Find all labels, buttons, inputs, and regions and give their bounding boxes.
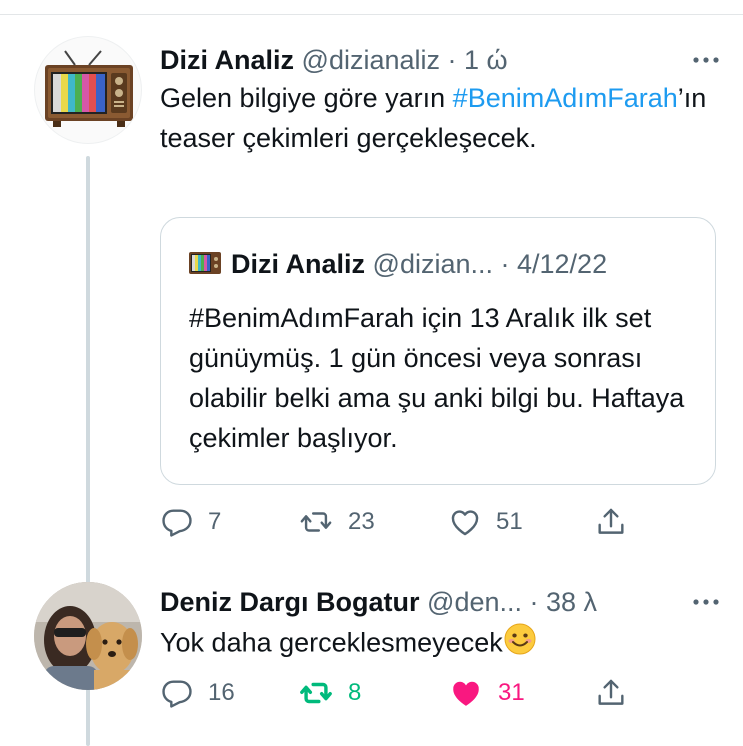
display-name[interactable]: Dizi Analiz: [160, 45, 294, 75]
tweet-text-part: Yok daha gerceklesmeyecek: [160, 627, 503, 658]
quoted-handle[interactable]: @dizian...: [373, 249, 493, 279]
reply-count: 7: [208, 508, 222, 535]
top-divider: [0, 14, 743, 15]
like-button[interactable]: 31: [448, 673, 525, 713]
quoted-tweet-header: Dizi Analiz @dizian... · 4/12/22: [189, 244, 695, 284]
like-count: 51: [496, 508, 523, 535]
tweet-header: Deniz Dargı Bogatur @den... · 38 λ: [160, 584, 723, 620]
retweet-count: 23: [348, 508, 375, 535]
smiling-face-emoji: [503, 622, 537, 667]
tweet-text: Gelen bilgiye göre yarın #BenimAdımFarah…: [160, 78, 720, 158]
tv-icon: [189, 246, 221, 286]
share-button[interactable]: [594, 673, 628, 713]
retweet-icon: [300, 512, 332, 532]
handle[interactable]: @den...: [427, 587, 522, 617]
quoted-tweet[interactable]: Dizi Analiz @dizian... · 4/12/22 #BenimA…: [160, 217, 716, 485]
timestamp[interactable]: 38 λ: [546, 587, 597, 617]
avatar[interactable]: [34, 582, 142, 690]
reply-icon: [162, 680, 192, 708]
reply-button[interactable]: 16: [160, 673, 235, 713]
tweet-text: Yok daha gerceklesmeyecek: [160, 622, 720, 667]
quoted-date[interactable]: 4/12/22: [517, 249, 607, 279]
share-icon: [598, 508, 624, 534]
tweet-actions: 16 8 31: [160, 673, 723, 713]
tweet[interactable]: Deniz Dargı Bogatur @den... · 38 λ Yok d…: [0, 578, 743, 746]
retweet-icon: [300, 682, 332, 704]
quoted-tweet-text: #BenimAdımFarah için 13 Aralık ilk set g…: [189, 303, 685, 453]
like-button[interactable]: 51: [448, 502, 523, 542]
retweet-button[interactable]: 23: [298, 502, 375, 542]
separator-dot: ·: [493, 249, 517, 279]
share-button[interactable]: [594, 502, 628, 542]
share-icon: [598, 679, 624, 705]
like-count: 31: [498, 679, 525, 706]
retweet-button[interactable]: 8: [298, 673, 361, 713]
tweet[interactable]: Dizi Analiz @dizianaliz · 1 ώ Gelen bilg…: [0, 36, 743, 556]
reply-count: 16: [208, 679, 235, 706]
like-icon: [453, 681, 479, 706]
tv-icon: [45, 50, 133, 127]
separator-dot: ·: [522, 587, 547, 617]
avatar[interactable]: [34, 36, 142, 144]
reply-icon: [162, 509, 192, 537]
separator-dot: ·: [440, 45, 464, 75]
more-icon[interactable]: [689, 584, 723, 627]
tweet-header: Dizi Analiz @dizianaliz · 1 ώ: [160, 42, 723, 78]
hashtag-link[interactable]: #BenimAdımFarah: [453, 83, 678, 113]
retweet-count: 8: [348, 679, 362, 706]
tweet-actions: 7 23 51: [160, 502, 723, 542]
timestamp[interactable]: 1 ώ: [464, 45, 508, 75]
quoted-display-name[interactable]: Dizi Analiz: [231, 249, 365, 279]
profile-photo: [34, 582, 142, 690]
like-icon: [451, 510, 479, 536]
tweet-text-part: Gelen bilgiye göre yarın: [160, 83, 453, 113]
handle[interactable]: @dizianaliz: [302, 45, 440, 75]
display-name[interactable]: Deniz Dargı Bogatur: [160, 587, 420, 617]
reply-button[interactable]: 7: [160, 502, 221, 542]
